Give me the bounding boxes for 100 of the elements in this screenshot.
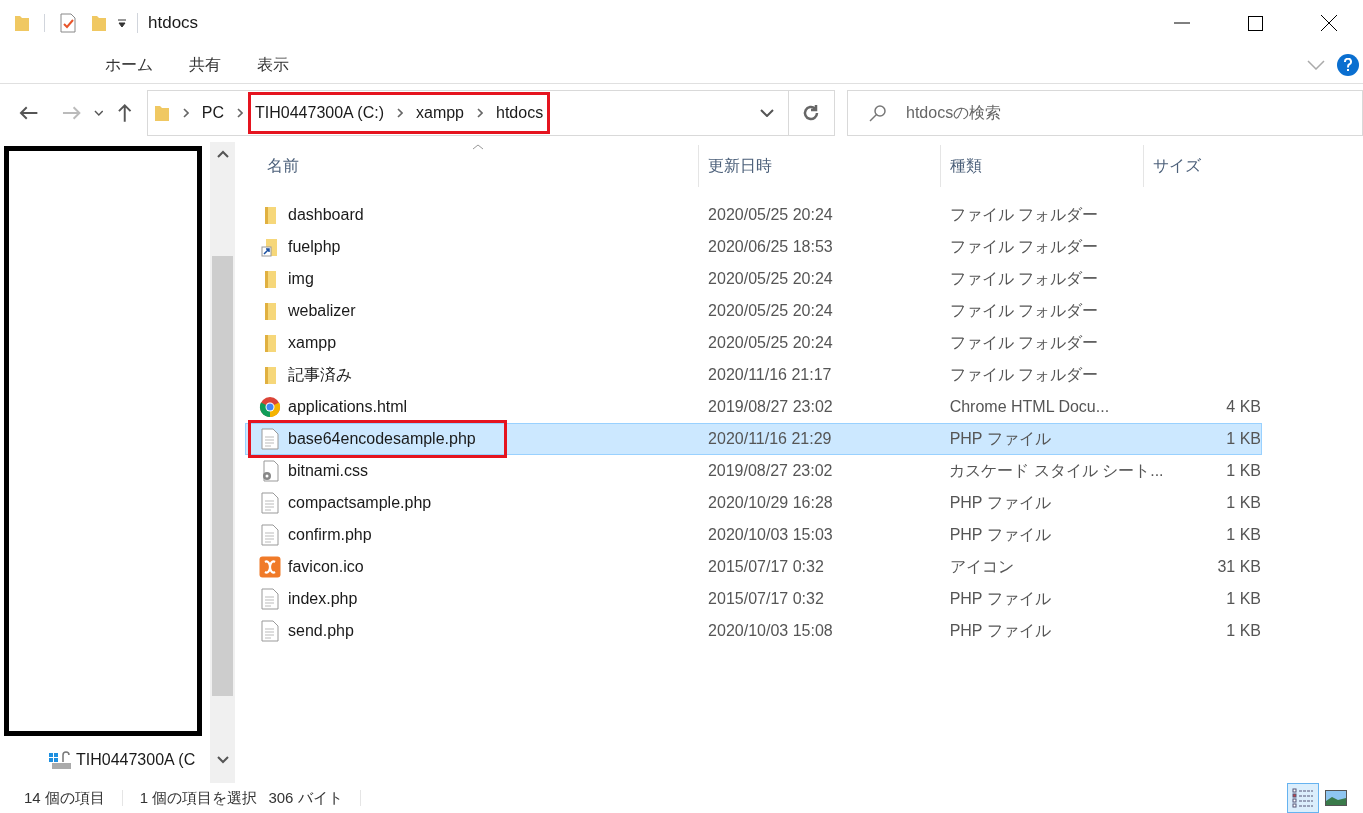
- dropdown-icon[interactable]: [117, 18, 127, 28]
- chevron-right-icon[interactable]: [182, 108, 189, 118]
- breadcrumb[interactable]: TIH0447300A (C:): [255, 101, 384, 125]
- column-header[interactable]: 名前: [258, 145, 699, 187]
- chevron-right-icon[interactable]: [237, 108, 244, 118]
- folder-icon: [262, 269, 278, 289]
- ribbon-tab[interactable]: 共有: [176, 52, 234, 77]
- file-size: 1 KB: [1226, 621, 1261, 641]
- column-header[interactable]: 更新日時: [699, 145, 941, 187]
- file-type: ファイル フォルダー: [949, 334, 1099, 351]
- maximize-icon[interactable]: [1248, 15, 1263, 31]
- sort-indicator-icon[interactable]: [472, 144, 484, 150]
- file-name[interactable]: 記事済み: [288, 363, 352, 387]
- modified-date: 2020/05/25 20:24: [708, 334, 833, 351]
- file-type: PHP ファイル: [949, 590, 1051, 607]
- close-icon[interactable]: [1321, 15, 1337, 31]
- file-type: PHP ファイル: [949, 430, 1051, 447]
- file-name[interactable]: applications.html: [288, 395, 408, 419]
- address-bar[interactable]: PC TIH0447300A (C:) xampp htdocs: [146, 90, 789, 136]
- file-name[interactable]: dashboard: [288, 203, 364, 227]
- selection-count: 1 個の項目を選択: [139, 787, 258, 808]
- scrollbar[interactable]: [210, 142, 235, 783]
- chevron-down-icon[interactable]: [759, 109, 774, 117]
- modified-date: 2019/08/27 23:02: [707, 462, 833, 479]
- selected-row[interactable]: base64encodesample.php 2020/11/16 21:29 PHP ファイル 1 KB: [245, 423, 1262, 455]
- column-header[interactable]: 種類: [941, 145, 1144, 187]
- file-name[interactable]: fuelphp: [288, 235, 341, 259]
- ribbon-tab[interactable]: 表示: [244, 52, 302, 77]
- file-name[interactable]: webalizer: [288, 299, 356, 323]
- back-arrow-icon[interactable]: [19, 105, 39, 121]
- item-count: 14 個の項目: [24, 787, 105, 808]
- file-size: 1 KB: [1226, 429, 1261, 449]
- search-field[interactable]: htdocsの検索: [847, 90, 1363, 136]
- file-name[interactable]: img: [288, 267, 314, 291]
- scrollbar-thumb[interactable]: [212, 256, 233, 696]
- modified-date: 2015/07/17 0:32: [708, 590, 824, 607]
- breadcrumb[interactable]: PC: [201, 101, 225, 125]
- column-header[interactable]: サイズ: [1144, 145, 1279, 187]
- folder-icon: [262, 301, 278, 321]
- file-type: ファイル フォルダー: [949, 302, 1099, 319]
- modified-date: 2020/06/25 18:53: [708, 238, 833, 255]
- file-type: ファイル フォルダー: [949, 206, 1099, 223]
- modified-date: 2020/11/16 21:17: [708, 366, 832, 383]
- file-size: 1 KB: [1226, 525, 1261, 545]
- file-size: 1 KB: [1226, 493, 1261, 513]
- modified-date: 2019/08/27 23:02: [708, 398, 833, 415]
- file-name[interactable]: base64encodesample.php: [288, 427, 476, 451]
- modified-date: 2020/10/03 15:08: [708, 622, 833, 639]
- file-type: ファイル フォルダー: [949, 366, 1099, 383]
- refresh-button[interactable]: [788, 90, 835, 136]
- file-name[interactable]: favicon.ico: [288, 555, 364, 579]
- nav-item[interactable]: TIH0447300A (C: [76, 748, 196, 772]
- chevron-right-icon[interactable]: [477, 108, 483, 118]
- file-type: ファイル フォルダー: [949, 238, 1099, 255]
- document-icon: [261, 524, 279, 546]
- modified-date: 2015/07/17 0:32: [708, 558, 824, 575]
- document-icon: [261, 428, 279, 450]
- file-size: 1 KB: [1226, 589, 1261, 609]
- file-name[interactable]: confirm.php: [288, 523, 372, 547]
- file-name[interactable]: xampp: [288, 331, 337, 355]
- folder-icon: [153, 104, 170, 122]
- document-icon: [261, 620, 279, 642]
- file-type: ファイル フォルダー: [949, 270, 1099, 287]
- folder-icon: [262, 205, 278, 225]
- file-name[interactable]: send.php: [288, 619, 354, 643]
- document-icon: [261, 492, 279, 514]
- file-type: Chrome HTML Docu...: [949, 398, 1110, 415]
- file-type: アイコン: [949, 558, 1014, 575]
- ribbon-tab[interactable]: ホーム: [92, 52, 166, 77]
- xampp-logo-icon: [259, 556, 281, 578]
- breadcrumb[interactable]: htdocs: [496, 101, 544, 125]
- help-icon[interactable]: [1337, 53, 1359, 76]
- chevron-right-icon[interactable]: [397, 108, 403, 118]
- modified-date: 2020/10/29 16:28: [708, 494, 833, 511]
- up-arrow-icon[interactable]: [117, 103, 133, 123]
- selection-size: 306 バイト: [268, 787, 343, 808]
- details-view-button[interactable]: [1287, 783, 1319, 813]
- folder-icon: [262, 333, 278, 353]
- file-name[interactable]: index.php: [288, 587, 358, 611]
- browser-logo-icon: [259, 396, 281, 418]
- scroll-up-icon[interactable]: [217, 150, 229, 158]
- folder-icon: [262, 365, 278, 385]
- file-type: PHP ファイル: [949, 494, 1051, 511]
- file-name[interactable]: compactsample.php: [288, 491, 432, 515]
- breadcrumb[interactable]: xampp: [416, 101, 464, 125]
- modified-date: 2020/05/25 20:24: [708, 302, 833, 319]
- file-name[interactable]: bitnami.css: [288, 459, 369, 483]
- file-type: PHP ファイル: [949, 622, 1051, 639]
- refresh-icon: [802, 104, 821, 122]
- scroll-down-icon[interactable]: [217, 756, 229, 764]
- chevron-down-icon[interactable]: [93, 110, 104, 116]
- checklist-icon[interactable]: [59, 13, 77, 33]
- large-icons-view-button[interactable]: [1325, 788, 1349, 808]
- file-size: 1 KB: [1226, 461, 1261, 481]
- search-icon: [869, 104, 887, 122]
- file-size: 31 KB: [1217, 557, 1261, 577]
- file-type: カスケード スタイル シート...: [949, 462, 1164, 479]
- modified-date: 2020/10/03 15:03: [708, 526, 833, 543]
- modified-date: 2020/11/16 21:29: [708, 430, 832, 447]
- document-icon: [261, 588, 279, 610]
